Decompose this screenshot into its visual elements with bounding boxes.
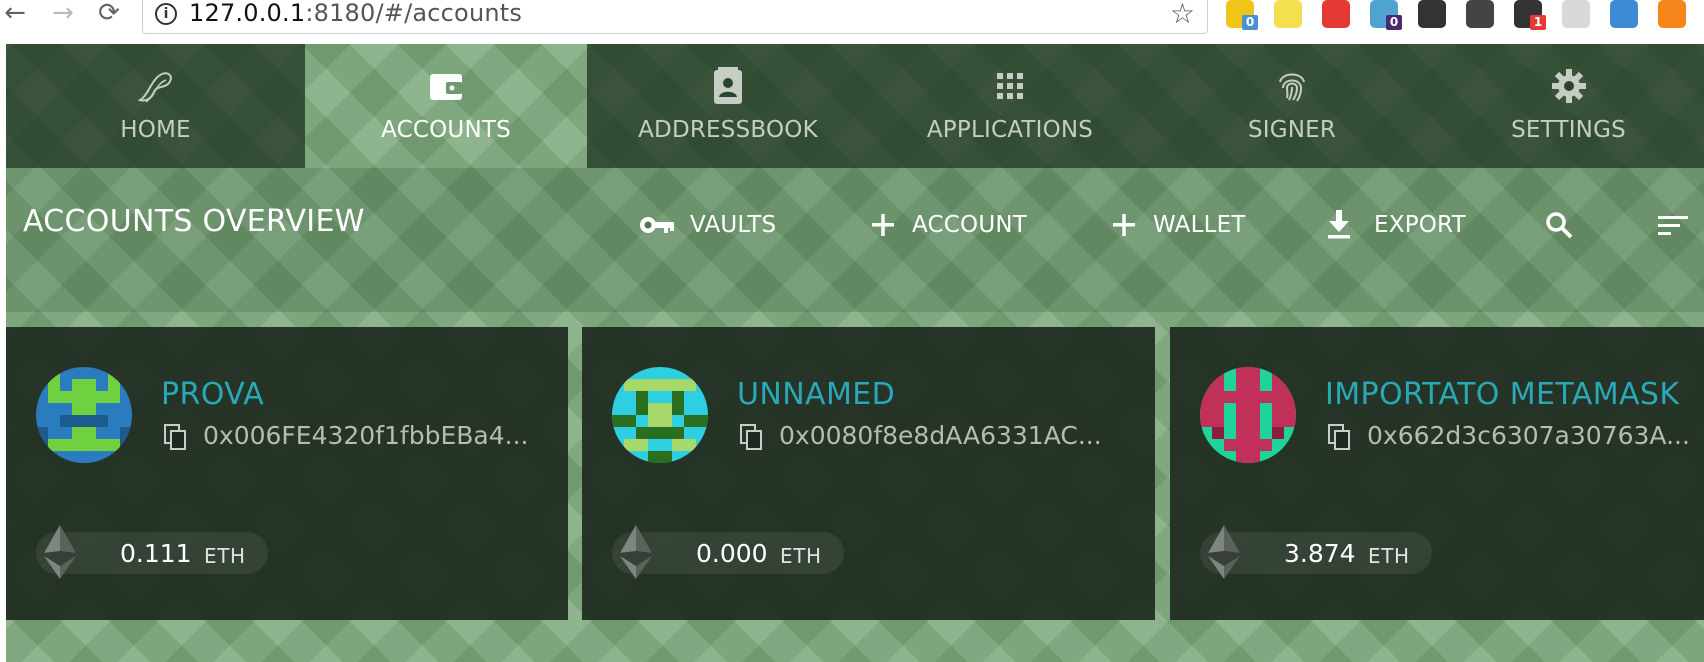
link-extension-icon[interactable] bbox=[1466, 0, 1494, 28]
account-identicon bbox=[36, 367, 132, 463]
app-root: HOME ACCOUNTS ADDRESSBOOK APPLICATIONS S… bbox=[6, 44, 1704, 662]
balance-amount: 0.000 bbox=[696, 539, 768, 568]
vaults-button[interactable]: VAULTS bbox=[638, 208, 788, 242]
account-address: 0x006FE4320f1fbbEBa4... bbox=[203, 421, 529, 450]
browser-toolbar: ← → ⟳ i 127.0.0.1:8180/#/accounts ☆ 0 0 1 bbox=[0, 0, 1704, 44]
gear-icon bbox=[1551, 69, 1586, 103]
search-icon bbox=[1546, 212, 1573, 239]
extension-badge: 0 bbox=[1386, 15, 1402, 30]
id-extension-icon[interactable] bbox=[1562, 0, 1590, 28]
ethereum-icon bbox=[1208, 525, 1240, 579]
add-wallet-button[interactable]: WALLET bbox=[1103, 208, 1263, 242]
adblock-extension-icon[interactable] bbox=[1322, 0, 1350, 28]
tab-signer[interactable]: SIGNER bbox=[1151, 44, 1433, 168]
add-account-button[interactable]: ACCOUNT bbox=[862, 208, 1032, 242]
add-account-button-label: ACCOUNT bbox=[912, 212, 1028, 238]
tab-home-label: HOME bbox=[120, 117, 191, 143]
balance-unit: ETH bbox=[780, 544, 822, 568]
contact-card-icon bbox=[714, 67, 742, 104]
balance-pill: 3.874 ETH bbox=[1200, 525, 1432, 579]
copy-icon[interactable] bbox=[739, 423, 765, 451]
site-info-icon[interactable]: i bbox=[155, 3, 177, 25]
account-address: 0x662d3c6307a30763A... bbox=[1367, 421, 1690, 450]
page-title: ACCOUNTS OVERVIEW bbox=[23, 204, 365, 239]
vaults-button-label: VAULTS bbox=[690, 212, 777, 238]
back-icon[interactable]: ← bbox=[0, 0, 30, 30]
account-identicon bbox=[612, 367, 708, 463]
download-icon bbox=[1328, 210, 1350, 239]
account-name[interactable]: UNNAMED bbox=[737, 377, 895, 412]
account-card[interactable]: UNNAMED 0x0080f8e8dAA6331AC... 0.000 ETH bbox=[582, 327, 1155, 620]
balance-unit: ETH bbox=[204, 544, 246, 568]
tab-applications[interactable]: APPLICATIONS bbox=[869, 44, 1151, 168]
sort-icon bbox=[1658, 216, 1688, 235]
url-host: 127.0.0.1 bbox=[189, 0, 306, 27]
export-button-label: EXPORT bbox=[1374, 212, 1466, 238]
balance-unit: ETH bbox=[1368, 544, 1410, 568]
extension-badge: 0 bbox=[1242, 15, 1258, 30]
balance-amount: 0.111 bbox=[120, 539, 192, 568]
reload-icon[interactable]: ⟳ bbox=[94, 0, 124, 30]
tab-accounts[interactable]: ACCOUNTS bbox=[305, 44, 587, 168]
slash-extension-icon[interactable] bbox=[1418, 0, 1446, 28]
plus-icon bbox=[872, 214, 894, 236]
tab-addressbook[interactable]: ADDRESSBOOK bbox=[587, 44, 869, 168]
tab-addressbook-label: ADDRESSBOOK bbox=[638, 117, 818, 143]
balance-pill: 0.000 ETH bbox=[612, 525, 844, 579]
account-identicon bbox=[1200, 367, 1296, 463]
url-path: :8180/#/accounts bbox=[305, 0, 523, 27]
export-button[interactable]: EXPORT bbox=[1322, 208, 1472, 242]
sort-button[interactable] bbox=[1654, 208, 1694, 242]
tab-settings[interactable]: SETTINGS bbox=[1433, 44, 1704, 168]
apps-grid-icon bbox=[997, 73, 1023, 99]
account-card[interactable]: IMPORTATO METAMASK 0x662d3c6307a30763A..… bbox=[1170, 327, 1704, 620]
account-name[interactable]: IMPORTATO METAMASK bbox=[1325, 377, 1679, 412]
copy-icon[interactable] bbox=[163, 423, 189, 451]
parity-logo-icon bbox=[136, 72, 172, 103]
account-card[interactable]: PROVA 0x006FE4320f1fbbEBa4... 0.111 ETH bbox=[6, 327, 568, 620]
address-bar[interactable]: i 127.0.0.1:8180/#/accounts ☆ bbox=[142, 0, 1208, 34]
bookmark-star-icon[interactable]: ☆ bbox=[1170, 0, 1195, 30]
wallet-icon bbox=[430, 74, 462, 100]
account-name[interactable]: PROVA bbox=[161, 377, 264, 412]
add-wallet-button-label: WALLET bbox=[1153, 212, 1246, 238]
plus-icon bbox=[1113, 214, 1135, 236]
main-nav: HOME ACCOUNTS ADDRESSBOOK APPLICATIONS S… bbox=[6, 44, 1704, 168]
account-address: 0x0080f8e8dAA6331AC... bbox=[779, 421, 1102, 450]
tab-settings-label: SETTINGS bbox=[1511, 117, 1626, 143]
n-extension-icon[interactable] bbox=[1274, 0, 1302, 28]
balance-amount: 3.874 bbox=[1284, 539, 1356, 568]
accounts-toolbar: ACCOUNTS OVERVIEW VAULTS ACCOUNT WALLET … bbox=[6, 168, 1704, 312]
ethereum-icon bbox=[44, 525, 76, 579]
octopus-extension-icon[interactable] bbox=[1610, 0, 1638, 28]
tab-home[interactable]: HOME bbox=[6, 44, 305, 168]
url-text[interactable]: 127.0.0.1:8180/#/accounts bbox=[189, 0, 522, 27]
forward-icon[interactable]: → bbox=[48, 0, 78, 30]
ghostery-extension-icon[interactable]: 0 bbox=[1370, 0, 1402, 30]
extension-badge: 1 bbox=[1530, 15, 1546, 30]
tab-signer-label: SIGNER bbox=[1247, 117, 1337, 143]
chat-extension-icon[interactable]: 1 bbox=[1514, 0, 1546, 30]
metamask-extension-icon[interactable] bbox=[1658, 0, 1686, 28]
search-button[interactable] bbox=[1542, 208, 1580, 242]
folder-extension-icon[interactable]: 0 bbox=[1226, 0, 1258, 30]
balance-pill: 0.111 ETH bbox=[36, 525, 268, 579]
key-icon bbox=[640, 217, 674, 233]
ethereum-icon bbox=[620, 525, 652, 579]
fingerprint-icon bbox=[1279, 73, 1305, 102]
tab-applications-label: APPLICATIONS bbox=[926, 117, 1094, 143]
copy-icon[interactable] bbox=[1327, 423, 1353, 451]
tab-accounts-label: ACCOUNTS bbox=[381, 117, 511, 143]
